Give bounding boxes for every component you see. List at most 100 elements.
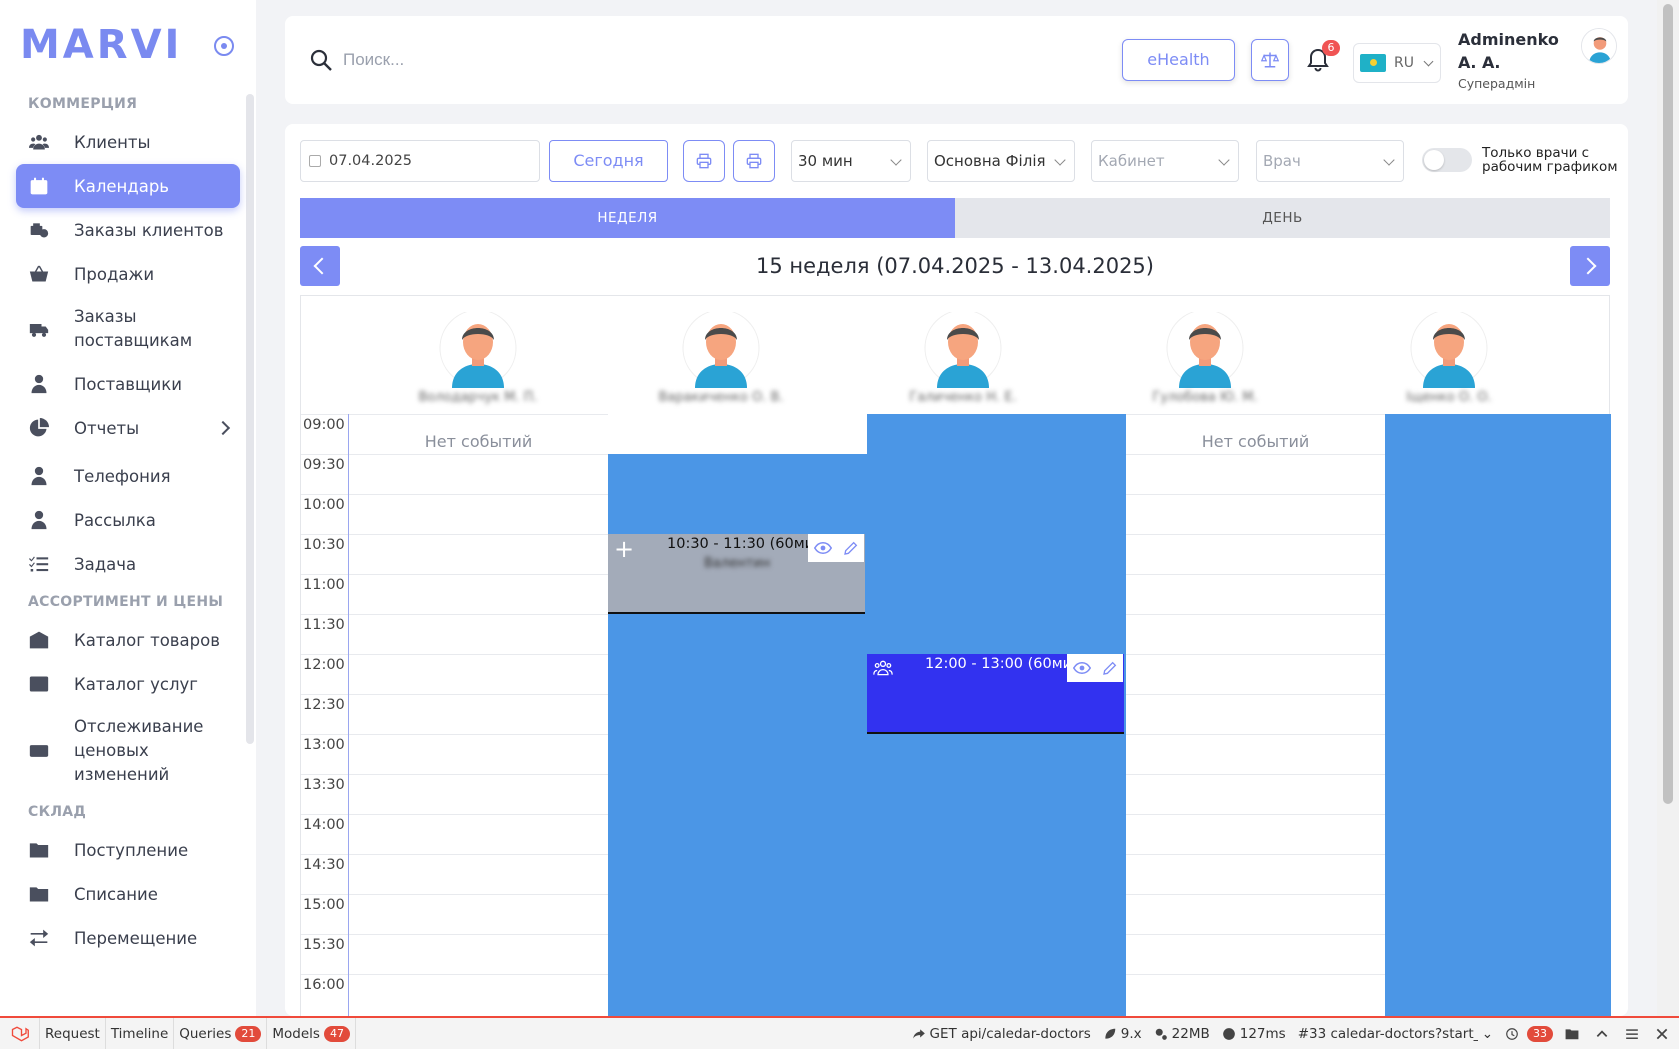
edit-icon[interactable] — [843, 540, 859, 556]
tab-week[interactable]: НЕДЕЛЯ — [300, 198, 955, 238]
sidebar-item-services-catalog[interactable]: Каталог услуг — [16, 662, 240, 706]
sidebar-item-reports[interactable]: Отчеты — [16, 406, 240, 450]
debug-tab-queries[interactable]: Queries 21 — [174, 1018, 268, 1049]
sidebar-item-label: Перемещение — [74, 928, 198, 948]
sidebar-item-receipt[interactable]: Поступление — [16, 828, 240, 872]
sidebar-item-mailing[interactable]: Рассылка — [16, 498, 240, 542]
debug-version[interactable]: 9.x — [1097, 1026, 1148, 1042]
day-column-busy[interactable] — [1385, 414, 1611, 1016]
appointment-event[interactable]: 12:00 - 13:00 (60мин) — [867, 654, 1124, 734]
sidebar-item-transfer[interactable]: Перемещение — [16, 916, 240, 960]
next-week-button[interactable] — [1570, 246, 1610, 286]
folder-open-icon[interactable] — [1559, 1027, 1589, 1041]
branch-select[interactable]: Основна Філія — [927, 140, 1075, 182]
day-column-busy[interactable]: 12:00 - 13:00 (60мин) — [867, 414, 1126, 1016]
sidebar-item-task[interactable]: Задача — [16, 542, 240, 586]
sidebar-item-label: Календарь — [74, 176, 170, 196]
sidebar-item-suppliers[interactable]: Поставщики — [16, 362, 240, 406]
sidebar-item-sales[interactable]: Продажи — [16, 252, 240, 296]
plus-icon[interactable]: + — [614, 536, 634, 562]
debug-history[interactable]: 33 — [1499, 1025, 1559, 1042]
doctor-column-header[interactable]: Володарчук М. П. — [348, 296, 608, 414]
debug-duration[interactable]: 127ms — [1216, 1026, 1292, 1042]
settings-sliders-icon[interactable] — [1619, 1027, 1649, 1041]
user-name[interactable]: Adminenko А. А. — [1458, 28, 1568, 74]
doctor-header-row: Володарчук М. П. Варакиченко О. В. Галич… — [301, 296, 1609, 414]
event-actions — [808, 534, 864, 562]
debug-tab-models[interactable]: Models 47 — [267, 1018, 356, 1049]
debug-tab-label: Queries — [179, 1025, 232, 1042]
debug-route[interactable]: GET api/caledar-doctors — [906, 1026, 1097, 1042]
request-id-label: #33 caledar-doctors?start_date= — [1297, 1025, 1478, 1042]
sidebar-item-label: Каталог товаров — [74, 630, 220, 650]
doctor-select[interactable]: Врач — [1256, 140, 1404, 182]
memory-label: 22MB — [1171, 1025, 1210, 1042]
sidebar-item-client-orders[interactable]: Заказы клиентов — [16, 208, 240, 252]
eye-icon[interactable] — [813, 541, 832, 555]
debug-tab-timeline[interactable]: Timeline — [106, 1018, 175, 1049]
arrows-exchange-icon — [28, 927, 50, 949]
sidebar-item-telephony[interactable]: Телефония — [16, 454, 240, 498]
sidebar-item-price-tracking[interactable]: Отслеживание ценовых изменений — [16, 706, 240, 796]
sidebar-item-writeoff[interactable]: Списание — [16, 872, 240, 916]
sidebar: MARVI КОММЕРЦИЯ Клиенты Календарь Заказы… — [0, 0, 256, 1016]
interval-select[interactable]: 30 мин — [791, 140, 911, 182]
ehealth-button[interactable]: eHealth — [1122, 39, 1235, 81]
sidebar-scrollbar[interactable] — [246, 94, 254, 744]
event-actions — [1067, 654, 1123, 682]
day-column-busy[interactable]: + 10:30 - 11:30 (60мин) Валентин — [608, 414, 867, 1016]
eye-icon[interactable] — [1072, 661, 1091, 675]
prev-week-button[interactable] — [300, 246, 340, 286]
tab-day[interactable]: ДЕНЬ — [955, 198, 1610, 238]
language-select[interactable]: RU — [1353, 43, 1441, 83]
print-button[interactable] — [683, 140, 725, 182]
working-doctors-toggle[interactable] — [1422, 148, 1472, 172]
close-icon[interactable] — [1649, 1027, 1679, 1041]
chevron-up-icon[interactable] — [1589, 1027, 1619, 1041]
search-input[interactable] — [343, 44, 743, 76]
today-button[interactable]: Сегодня — [549, 140, 668, 182]
avatar[interactable] — [1581, 28, 1617, 64]
chevron-left-icon — [313, 257, 331, 275]
search-icon[interactable] — [309, 48, 333, 72]
sidebar-item-label: Списание — [74, 884, 158, 904]
sidebar-item-supplier-orders[interactable]: Заказы поставщикам — [16, 296, 240, 362]
scrollbar-thumb[interactable] — [1663, 4, 1673, 804]
laravel-logo-icon[interactable] — [0, 1018, 40, 1049]
sidebar-toggle-icon[interactable] — [214, 36, 234, 56]
history-icon — [1506, 1027, 1518, 1040]
cabinet-select[interactable]: Кабинет — [1091, 140, 1239, 182]
doctor-column-header[interactable]: Іщенко О. О. — [1334, 296, 1564, 414]
sidebar-item-clients[interactable]: Клиенты — [16, 120, 240, 164]
day-column[interactable]: Нет событий — [349, 414, 608, 1016]
folder-minus-icon — [28, 883, 50, 905]
appointment-event[interactable]: + 10:30 - 11:30 (60мин) Валентин — [608, 534, 865, 614]
calendar-small-icon — [309, 155, 321, 167]
day-column[interactable]: Нет событий — [1126, 414, 1385, 1016]
calendar-icon — [28, 175, 50, 197]
sidebar-item-calendar[interactable]: Календарь — [16, 164, 240, 208]
app-logo[interactable]: MARVI — [20, 22, 182, 68]
debug-tab-request[interactable]: Request — [40, 1018, 106, 1049]
working-doctors-label: Только врачи с рабочим графиком — [1482, 145, 1618, 175]
page-scrollbar[interactable] — [1657, 0, 1679, 1016]
route-label: GET api/caledar-doctors — [929, 1025, 1091, 1042]
debug-memory[interactable]: 22MB — [1148, 1026, 1216, 1042]
doctor-column-header[interactable]: Галиченко Н. Е. — [833, 296, 1093, 414]
free-slot[interactable] — [608, 414, 867, 454]
date-picker[interactable]: 07.04.2025 — [300, 140, 540, 182]
no-events-label: Нет событий — [424, 432, 533, 451]
debug-request-select[interactable]: #33 caledar-doctors?start_date=⌄ — [1292, 1026, 1499, 1042]
scale-button[interactable] — [1251, 39, 1289, 81]
interval-value: 30 мин — [798, 152, 853, 170]
doctor-column-header[interactable]: Варакиченко О. В. — [591, 296, 851, 414]
group-icon — [873, 660, 893, 676]
clock-icon — [1222, 1027, 1235, 1040]
doctor-column-header[interactable]: Гулобова Ю. М. — [1075, 296, 1335, 414]
time-label: 09:30 — [303, 457, 345, 473]
time-label: 12:30 — [303, 697, 345, 713]
sidebar-item-goods-catalog[interactable]: Каталог товаров — [16, 618, 240, 662]
warehouse-icon — [28, 629, 50, 651]
edit-icon[interactable] — [1102, 660, 1118, 676]
print-list-button[interactable] — [733, 140, 775, 182]
